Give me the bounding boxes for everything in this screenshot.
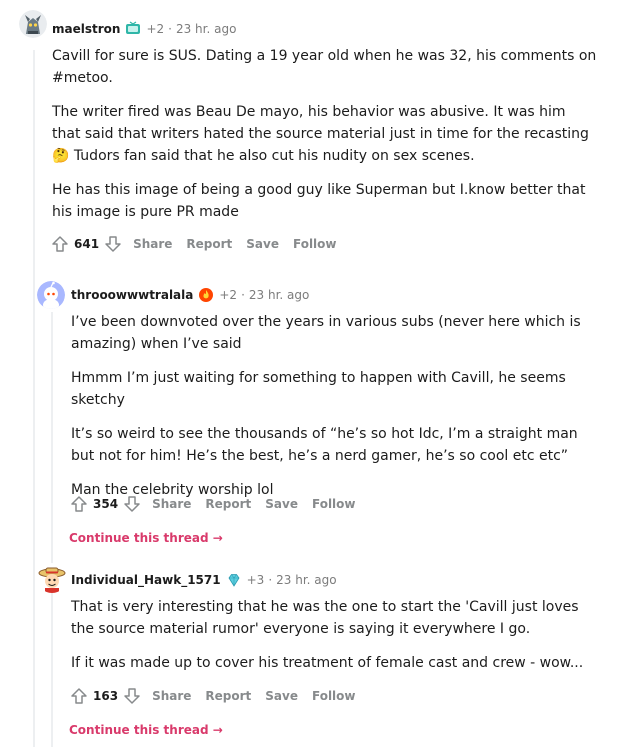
username[interactable]: Individual_Hawk_1571 — [71, 573, 221, 587]
vote-score: 163 — [93, 689, 119, 703]
tv-icon — [125, 21, 141, 37]
follow-button[interactable]: Follow — [312, 689, 356, 703]
timestamp[interactable]: 23 hr. ago — [249, 288, 309, 302]
award-count[interactable]: +2 — [146, 22, 164, 36]
award-count[interactable]: +3 — [247, 573, 265, 587]
share-button[interactable]: Share — [152, 689, 191, 703]
upvote-icon[interactable] — [69, 686, 89, 706]
username[interactable]: maelstron — [52, 22, 120, 36]
downvote-icon[interactable] — [122, 494, 142, 514]
thread-line[interactable] — [33, 50, 35, 747]
comment-paragraph: It’s so weird to see the thousands of “h… — [71, 426, 578, 464]
timestamp[interactable]: 23 hr. ago — [276, 573, 336, 587]
comment-paragraph: The writer fired was Beau De mayo, his b… — [52, 104, 589, 164]
downvote-icon[interactable] — [122, 686, 142, 706]
continue-thread-link[interactable]: Continue this thread → — [69, 723, 223, 737]
avatar[interactable] — [37, 281, 65, 309]
avatar[interactable] — [19, 10, 47, 38]
separator: · — [268, 573, 273, 587]
comment-body: Cavill for sure is SUS. Dating a 19 year… — [52, 45, 597, 235]
comment-body: I’ve been downvoted over the years in va… — [71, 311, 601, 513]
report-button[interactable]: Report — [205, 497, 251, 511]
share-button[interactable]: Share — [152, 497, 191, 511]
comment-paragraph: If it was made up to cover his treatment… — [71, 655, 584, 671]
comment-paragraph: I’ve been downvoted over the years in va… — [71, 314, 581, 352]
vote-score: 354 — [93, 497, 119, 511]
follow-button[interactable]: Follow — [312, 497, 356, 511]
save-button[interactable]: Save — [265, 689, 298, 703]
comment-paragraph: Cavill for sure is SUS. Dating a 19 year… — [52, 48, 597, 86]
downvote-icon[interactable] — [103, 234, 123, 254]
upvote-icon[interactable] — [50, 234, 70, 254]
username[interactable]: throoowwwtralala — [71, 288, 193, 302]
award-count[interactable]: +2 — [219, 288, 237, 302]
upvote-icon[interactable] — [69, 494, 89, 514]
follow-button[interactable]: Follow — [293, 237, 337, 251]
diamond-award-icon — [226, 572, 242, 588]
avatar[interactable] — [37, 563, 67, 593]
continue-thread-link[interactable]: Continue this thread → — [69, 531, 223, 545]
report-button[interactable]: Report — [186, 237, 232, 251]
comment-body: That is very interesting that he was the… — [71, 596, 601, 686]
separator: · — [241, 288, 245, 302]
report-button[interactable]: Report — [205, 689, 251, 703]
separator: · — [168, 22, 172, 36]
save-button[interactable]: Save — [246, 237, 279, 251]
share-button[interactable]: Share — [133, 237, 172, 251]
comment-actions: 163 Share Report Save Follow — [69, 686, 356, 706]
thread-line[interactable] — [51, 312, 53, 747]
timestamp[interactable]: 23 hr. ago — [176, 22, 236, 36]
comment-paragraph: Hmmm I’m just waiting for something to h… — [71, 370, 566, 408]
vote-score: 641 — [74, 237, 100, 251]
comment-actions: 641 Share Report Save Follow — [50, 234, 337, 254]
comment-paragraph: He has this image of being a good guy li… — [52, 182, 586, 220]
fire-award-icon — [198, 287, 214, 303]
comment-paragraph: That is very interesting that he was the… — [71, 599, 579, 637]
save-button[interactable]: Save — [265, 497, 298, 511]
comment-actions: 354 Share Report Save Follow — [69, 494, 356, 514]
